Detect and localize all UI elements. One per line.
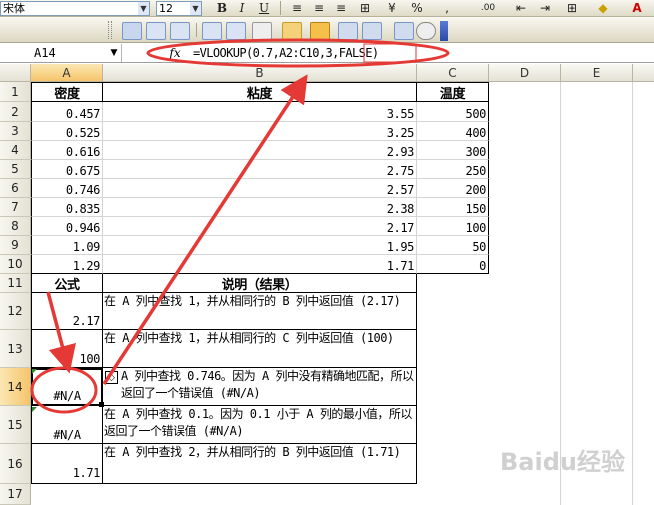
false-highlight-box [363, 43, 417, 63]
arrow-to-formula [102, 74, 308, 385]
watermark: Baidu经验 [500, 448, 625, 476]
annotation-overlay [30, 38, 450, 414]
result-highlight-circle [30, 366, 98, 414]
arrow-to-result [46, 291, 76, 374]
